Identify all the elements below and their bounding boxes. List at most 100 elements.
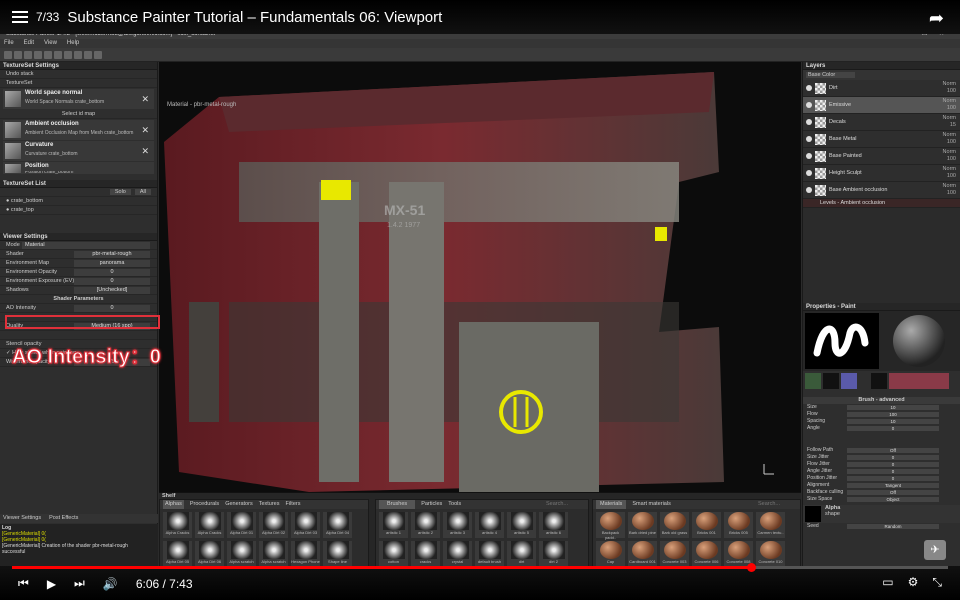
shelf-item[interactable]: Carmen textu..: [756, 512, 785, 538]
picker-tool-icon[interactable]: [64, 50, 72, 59]
tab-generators[interactable]: Generators: [225, 500, 253, 509]
shelf-item[interactable]: Cardboard 001: [628, 541, 657, 567]
seed-button[interactable]: Random: [847, 524, 939, 529]
tab-viewer-settings[interactable]: Viewer Settings: [3, 514, 41, 523]
property-value[interactable]: 0: [847, 476, 939, 481]
polygon-fill-icon[interactable]: [34, 50, 42, 59]
property-value[interactable]: 0: [847, 426, 939, 431]
menu-edit[interactable]: Edit: [24, 39, 34, 48]
camera-icon[interactable]: [84, 50, 92, 59]
menu-file[interactable]: File: [4, 39, 14, 48]
all-button[interactable]: All: [134, 189, 151, 195]
map-item[interactable]: Position Position crate_bottom: [3, 162, 154, 174]
select-id-map-button[interactable]: Select id map: [0, 110, 157, 119]
layer-blend[interactable]: Norm 100: [943, 149, 956, 163]
textureset-item[interactable]: ● crate_bottom: [0, 197, 157, 206]
property-value[interactable]: 100: [847, 412, 939, 417]
shelf-item[interactable]: artistic 2: [411, 512, 440, 538]
tab-filters[interactable]: Filters: [286, 500, 301, 509]
brush-search[interactable]: Search...: [546, 500, 568, 509]
ao-intensity-slider[interactable]: 0: [74, 305, 150, 312]
property-value[interactable]: 10: [847, 419, 939, 424]
menu-help[interactable]: Help: [67, 39, 79, 48]
shelf-item[interactable]: Alpha scratch: [227, 541, 256, 567]
layer-item[interactable]: Emissive Norm 100: [803, 97, 960, 114]
map-item[interactable]: Ambient occlusion Ambient Occlusion Map f…: [3, 120, 154, 140]
env-opacity-slider[interactable]: 0: [74, 269, 150, 276]
eye-icon[interactable]: [806, 102, 812, 108]
projection-tool-icon[interactable]: [24, 50, 32, 59]
shadows-checkbox[interactable]: [Unchecked]: [74, 287, 150, 294]
shelf-item[interactable]: Bricks 005: [724, 512, 753, 538]
shelf-item[interactable]: Hexagon Phone: [291, 541, 320, 567]
layout-icon[interactable]: [94, 50, 102, 59]
playlist-menu-icon[interactable]: [12, 11, 28, 23]
eye-icon[interactable]: [806, 170, 812, 176]
paint-tool-icon[interactable]: [4, 50, 12, 59]
previous-icon[interactable]: ⏮: [18, 576, 29, 591]
tab-materials[interactable]: Materials: [596, 500, 627, 509]
layer-item[interactable]: Dirt Norm 100: [803, 80, 960, 97]
shelf-item[interactable]: Concrete 006: [692, 541, 721, 567]
shelf-item[interactable]: Alpha Dirt 01: [227, 512, 256, 538]
brush-slot[interactable]: [805, 373, 821, 389]
tab-textures[interactable]: Textures: [259, 500, 280, 509]
shelf-item[interactable]: Concrete 010: [756, 541, 785, 567]
shelf-item[interactable]: artistic 4: [475, 512, 504, 538]
envmap-select[interactable]: panorama: [74, 260, 150, 267]
undo-stack[interactable]: Undo stack: [0, 70, 157, 79]
layer-item[interactable]: Height Sculpt Norm 100: [803, 165, 960, 182]
property-value[interactable]: Off: [847, 448, 939, 453]
shelf-item[interactable]: Alpha Cracks: [195, 512, 224, 538]
material-search[interactable]: Search...: [758, 500, 780, 509]
map-item[interactable]: World space normal World Space Normals cr…: [3, 89, 154, 109]
tab-post-effects[interactable]: Post Effects: [49, 514, 78, 523]
textureset-item[interactable]: ● crate_top: [0, 206, 157, 215]
shelf-item[interactable]: Shape line: [323, 541, 352, 567]
next-icon[interactable]: ⏭: [74, 576, 85, 591]
shelf-item[interactable]: default brush: [475, 541, 504, 567]
shelf-item[interactable]: Alpha Dirt 05: [163, 541, 192, 567]
layer-blend[interactable]: Norm 100: [943, 132, 956, 146]
layer-blend[interactable]: Norm 15: [943, 115, 956, 129]
settings-gear-icon[interactable]: ⚙: [908, 575, 919, 590]
shelf-item[interactable]: Alpha Cracks: [163, 512, 192, 538]
layer-blend[interactable]: Norm 100: [943, 81, 956, 95]
play-icon[interactable]: ▶: [47, 577, 56, 591]
video-title[interactable]: Substance Painter Tutorial – Fundamental…: [67, 9, 442, 26]
shelf-item[interactable]: cracks: [411, 541, 440, 567]
layer-item[interactable]: Base Painted Norm 100: [803, 148, 960, 165]
alpha-slot[interactable]: [823, 373, 839, 389]
close-icon[interactable]: ✕: [141, 146, 149, 157]
shelf-item[interactable]: artistic 3: [443, 512, 472, 538]
fullscreen-exit-icon[interactable]: ⤡: [932, 575, 942, 590]
property-value[interactable]: 0: [847, 455, 939, 460]
shelf-item[interactable]: Backpack padd..: [596, 512, 625, 540]
tab-tools[interactable]: Tools: [448, 500, 461, 509]
shelf-item[interactable]: dirt 2: [539, 541, 568, 567]
layer-item[interactable]: Base Ambient occlusion Norm 100: [803, 182, 960, 199]
shelf-item[interactable]: Bark dried pine: [628, 512, 657, 538]
menu-view[interactable]: View: [44, 39, 57, 48]
volume-icon[interactable]: 🔊: [103, 577, 118, 591]
shelf-item[interactable]: Bark old grass: [660, 512, 689, 538]
property-value[interactable]: Off: [847, 490, 939, 495]
eye-icon[interactable]: [806, 136, 812, 142]
shelf-item[interactable]: crystal: [443, 541, 472, 567]
symmetry-icon[interactable]: [74, 50, 82, 59]
solo-button[interactable]: Solo: [109, 189, 131, 195]
shelf-item[interactable]: cotton: [379, 541, 408, 567]
stencil-slot[interactable]: [841, 373, 857, 389]
3d-viewport[interactable]: Material - pbr-metal-rough MX-51 1.4.2 1…: [159, 62, 801, 492]
progress-bar[interactable]: [12, 563, 948, 572]
smudge-tool-icon[interactable]: [44, 50, 52, 59]
tab-alphas[interactable]: Alphas: [163, 500, 184, 509]
material-slot[interactable]: [889, 373, 949, 389]
map-item[interactable]: Curvature Curvature crate_bottom ✕: [3, 141, 154, 161]
property-value[interactable]: 10: [847, 405, 939, 410]
shelf-item[interactable]: artistic 1: [379, 512, 408, 538]
progress-knob[interactable]: [747, 563, 757, 572]
share-icon[interactable]: ➦: [929, 8, 944, 29]
eye-icon[interactable]: [806, 153, 812, 159]
clone-tool-icon[interactable]: [54, 50, 62, 59]
